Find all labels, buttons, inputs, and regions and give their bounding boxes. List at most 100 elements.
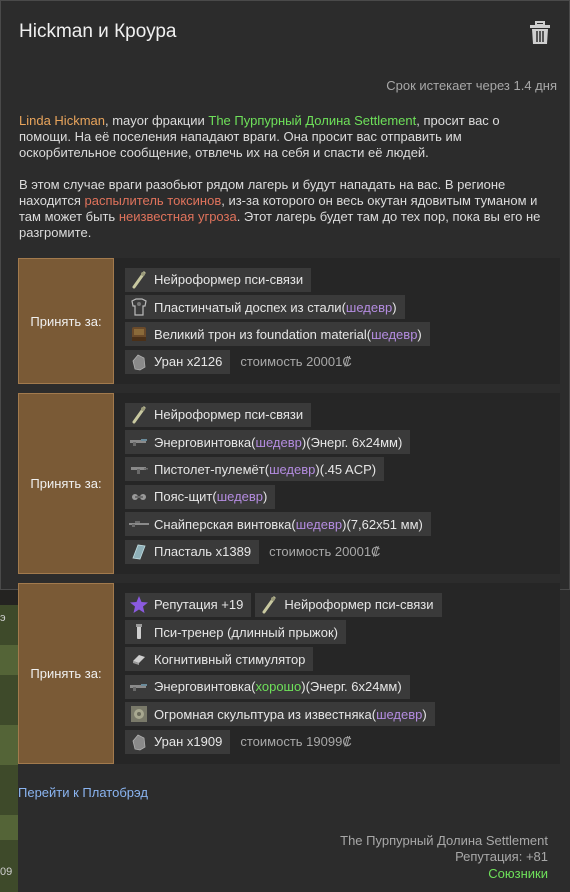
reward-row: Репутация +19 Нейроформер пси-связи xyxy=(125,591,554,618)
faction-name: The Пурпурный Долина Settlement xyxy=(340,833,548,848)
accept-button-2[interactable]: Принять за: xyxy=(18,393,114,574)
reward-item-quality: шедевр xyxy=(371,326,418,342)
reward-row: Нейроформер пси-связи xyxy=(125,401,554,428)
reward-item-name: Нейроформер пси-связи xyxy=(154,407,304,423)
reward-item-name: Огромная скульптура из известняка xyxy=(154,706,372,722)
stimulant-icon xyxy=(129,649,149,669)
accept-button-label: Принять за: xyxy=(30,313,102,329)
dialog-title: Hickman и Кроура xyxy=(19,21,177,42)
expiry-text: Срок истекает через 1.4 дня xyxy=(386,78,557,93)
reward-item[interactable]: Нейроформер пси-связи xyxy=(125,267,312,292)
reward-items: Нейроформер пси-связи Энерговинтовка (шед… xyxy=(125,401,554,565)
world-label-left-bottom: 09 xyxy=(0,866,13,878)
reward-item-quality: шедевр xyxy=(376,706,423,722)
faction-relation: Союзники xyxy=(488,866,548,881)
reputation-star-icon xyxy=(129,595,149,615)
goto-settlement-link[interactable]: Перейти к Платобрэд xyxy=(18,785,148,800)
reward-row: Великий трон из foundation material (шед… xyxy=(125,321,554,348)
psychic-harmonizer-icon xyxy=(259,595,279,615)
reward-cost: стоимость 20001₡ xyxy=(240,354,352,370)
uranium-icon xyxy=(129,352,149,372)
reward-item[interactable]: Энерговинтовка (шедевр) (Энерг. 6x24мм) xyxy=(125,430,411,455)
reward-item-name: Уран x2126 xyxy=(154,354,223,370)
quest-description: Linda Hickman, mayor фракции The Пурпурн… xyxy=(19,113,547,257)
threat-text: неизвестная угроза xyxy=(118,209,237,224)
reward-row: Уран x1909 стоимость 19099₡ xyxy=(125,728,554,755)
reward-item[interactable]: Пластинчатый доспех из стали (шедевр) xyxy=(125,295,405,320)
reward-row: Пси-тренер (длинный прыжок) xyxy=(125,618,554,645)
reward-item[interactable]: Нейроформер пси-связи xyxy=(125,402,312,427)
description-text: , mayor фракции xyxy=(105,113,209,128)
person-name: Linda Hickman xyxy=(19,113,105,128)
reward-row: Пояс-щит (шедевр) xyxy=(125,483,554,510)
reward-item[interactable]: Пласталь x1389 xyxy=(125,539,260,564)
world-label-left: э xyxy=(0,612,6,624)
reward-item-name: Энерговинтовка xyxy=(154,434,252,450)
uranium-icon xyxy=(129,732,149,752)
reward-item[interactable]: Пси-тренер (длинный прыжок) xyxy=(125,620,346,645)
description-paragraph-1: Linda Hickman, mayor фракции The Пурпурн… xyxy=(19,113,547,161)
reward-row: Энерговинтовка (хорошо) (Энерг. 6x24мм) xyxy=(125,673,554,700)
reward-item-quality: шедевр xyxy=(269,461,316,477)
reward-item-quality: шедевр xyxy=(295,516,343,532)
reward-item[interactable]: Пистолет-пулемёт (шедевр) (.45 ACP) xyxy=(125,457,385,482)
reward-row: Пластинчатый доспех из стали (шедевр) xyxy=(125,293,554,320)
reward-item[interactable]: Пояс-щит (шедевр) xyxy=(125,484,276,509)
reward-item-name: Нейроформер пси-связи xyxy=(154,272,304,288)
reward-item-quality: шедевр xyxy=(345,299,393,315)
reward-row: Пистолет-пулемёт (шедевр) (.45 ACP) xyxy=(125,456,554,483)
reward-item-quality: шедевр xyxy=(216,489,264,505)
reward-items: Нейроформер пси-связи Пластинчатый доспех… xyxy=(125,266,554,376)
psytrainer-icon xyxy=(129,622,149,642)
accept-button-3[interactable]: Принять за: xyxy=(18,583,114,764)
reward-item-name: Пси-тренер (длинный прыжок) xyxy=(154,624,338,640)
psychic-harmonizer-icon xyxy=(129,270,149,290)
accept-button-label: Принять за: xyxy=(30,476,102,491)
psychic-harmonizer-icon xyxy=(129,405,149,425)
faction-link: The Пурпурный Долина Settlement xyxy=(208,113,417,128)
reward-item[interactable]: Когнитивный стимулятор xyxy=(125,647,314,672)
reward-item[interactable]: Великий трон из foundation material (шед… xyxy=(125,322,430,347)
throne-icon xyxy=(129,324,149,344)
accept-button-1[interactable]: Принять за: xyxy=(18,258,114,384)
reward-item-name: Нейроформер пси-связи xyxy=(284,597,434,613)
shield-belt-icon xyxy=(129,487,149,507)
reward-item-name: Снайперская винтовка xyxy=(154,516,292,532)
reward-item[interactable]: Энерговинтовка (хорошо) (Энерг. 6x24мм) xyxy=(125,674,410,699)
charge-rifle-icon xyxy=(129,677,149,697)
reward-option-3: Принять за: Репутация +19 Нейроформер пси… xyxy=(18,583,560,764)
reward-row: Энерговинтовка (шедевр) (Энерг. 6x24мм) xyxy=(125,428,554,455)
reward-row: Пласталь x1389 стоимость 20001₡ xyxy=(125,538,554,565)
plasteel-icon xyxy=(129,542,149,562)
faction-reputation: Репутация: +81 xyxy=(455,849,548,864)
description-paragraph-2: В этом случае враги разобьют рядом лагер… xyxy=(19,177,547,241)
reward-item[interactable]: Снайперская винтовка (шедевр) (7,62x51 м… xyxy=(125,512,431,537)
reward-item-name: Пояс-щит xyxy=(154,489,213,505)
reward-item-name: Уран x1909 xyxy=(154,734,223,750)
reward-item-detail: (7,62x51 мм) xyxy=(346,516,423,532)
reward-item-name: Великий трон из foundation material xyxy=(154,326,367,342)
reward-item-name: Когнитивный стимулятор xyxy=(154,651,306,667)
reward-item[interactable]: Уран x2126 xyxy=(125,349,231,374)
reward-items: Репутация +19 Нейроформер пси-связи Пси-тр… xyxy=(125,591,554,755)
reward-cost: стоимость 19099₡ xyxy=(240,734,352,750)
reward-item[interactable]: Репутация +19 xyxy=(125,592,252,617)
accept-button-label: Принять за: xyxy=(30,666,102,681)
reward-item-detail: (.45 ACP) xyxy=(319,461,377,477)
reward-item-quality: хорошо xyxy=(255,679,302,695)
reward-item[interactable]: Огромная скульптура из известняка (шедев… xyxy=(125,702,435,727)
charge-rifle-icon xyxy=(129,432,149,452)
plate-armor-icon xyxy=(129,297,149,317)
reward-item[interactable]: Уран x1909 xyxy=(125,729,231,754)
reward-cost: стоимость 20001₡ xyxy=(269,544,381,560)
trash-icon[interactable] xyxy=(529,21,551,45)
reward-item-detail: (Энерг. 6x24мм) xyxy=(305,679,402,695)
reward-row: Снайперская винтовка (шедевр) (7,62x51 м… xyxy=(125,511,554,538)
reward-row: Нейроформер пси-связи xyxy=(125,266,554,293)
reward-item-name: Энерговинтовка xyxy=(154,679,252,695)
reward-item-quality: шедевр xyxy=(255,434,302,450)
reward-row: Когнитивный стимулятор xyxy=(125,646,554,673)
world-map-background xyxy=(0,605,18,892)
reward-option-2: Принять за: Нейроформер пси-связи Энергов… xyxy=(18,393,560,574)
reward-item[interactable]: Нейроформер пси-связи xyxy=(255,592,442,617)
